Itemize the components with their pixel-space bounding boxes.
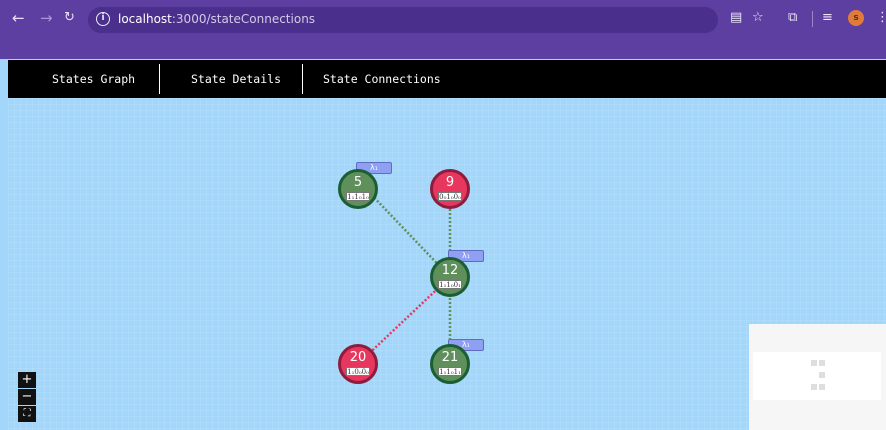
extensions-icon[interactable]: ⧉	[788, 10, 797, 25]
node-label: 12	[441, 263, 459, 278]
node-label: 5	[353, 175, 363, 190]
url-text[interactable]: localhost:3000/stateConnections	[118, 12, 315, 26]
translate-icon[interactable]: ▤	[730, 10, 742, 25]
menu-kebab-icon[interactable]: ⋮	[876, 10, 886, 25]
node-20[interactable]: 20 1₁0₀0₀	[338, 344, 378, 384]
node-state: 1₁1₀0₁	[438, 280, 462, 289]
site-info-icon[interactable]: i	[96, 12, 110, 26]
forward-arrow-icon[interactable]: →	[40, 10, 53, 26]
browser-toolbar-strip	[0, 37, 886, 59]
bookmark-star-icon[interactable]: ☆	[752, 10, 764, 25]
node-state: 1₁1₀1₁	[438, 367, 462, 376]
tab-state-details[interactable]: State Details	[191, 60, 281, 98]
node-21[interactable]: 21 1₁1₀1₁	[430, 344, 470, 384]
tab-divider	[159, 64, 160, 94]
node-state: 0₀1₀0₀	[438, 192, 462, 201]
tab-state-connections[interactable]: State Connections	[323, 60, 441, 98]
browser-toolbar: ← → ↻ i localhost:3000/stateConnections …	[0, 0, 886, 37]
minimap-node	[819, 384, 825, 390]
profile-avatar[interactable]: s	[848, 10, 864, 26]
back-arrow-icon[interactable]: ←	[12, 10, 25, 26]
zoom-in-button[interactable]: +	[18, 372, 36, 388]
minimap[interactable]	[749, 324, 886, 430]
minimap-node	[811, 384, 817, 390]
node-label: 9	[445, 175, 455, 190]
node-9[interactable]: 9 0₀1₀0₀	[430, 169, 470, 209]
tab-divider	[302, 64, 303, 94]
node-state: 1₁0₀0₀	[346, 367, 370, 376]
reload-icon[interactable]: ↻	[64, 10, 75, 26]
tab-states-graph[interactable]: States Graph	[52, 60, 135, 98]
node-state: 1₁1₀1₀	[346, 192, 370, 201]
node-label: 20	[349, 350, 367, 365]
zoom-out-button[interactable]: −	[18, 389, 36, 405]
minimap-node	[811, 360, 817, 366]
node-5[interactable]: 5 1₁1₀1₀	[338, 169, 378, 209]
minimap-node	[819, 360, 825, 366]
minimap-viewport	[753, 352, 881, 400]
reading-list-icon[interactable]: ≡	[822, 10, 833, 25]
node-label: 21	[441, 350, 459, 365]
address-bar[interactable]: i localhost:3000/stateConnections	[88, 7, 718, 33]
minimap-node	[819, 372, 825, 378]
toolbar-divider	[812, 11, 813, 27]
fit-view-button[interactable]: ⛶	[18, 406, 36, 422]
app-nav-bar: States Graph State Details State Connect…	[8, 60, 886, 98]
node-12[interactable]: 12 1₁1₀0₁	[430, 257, 470, 297]
